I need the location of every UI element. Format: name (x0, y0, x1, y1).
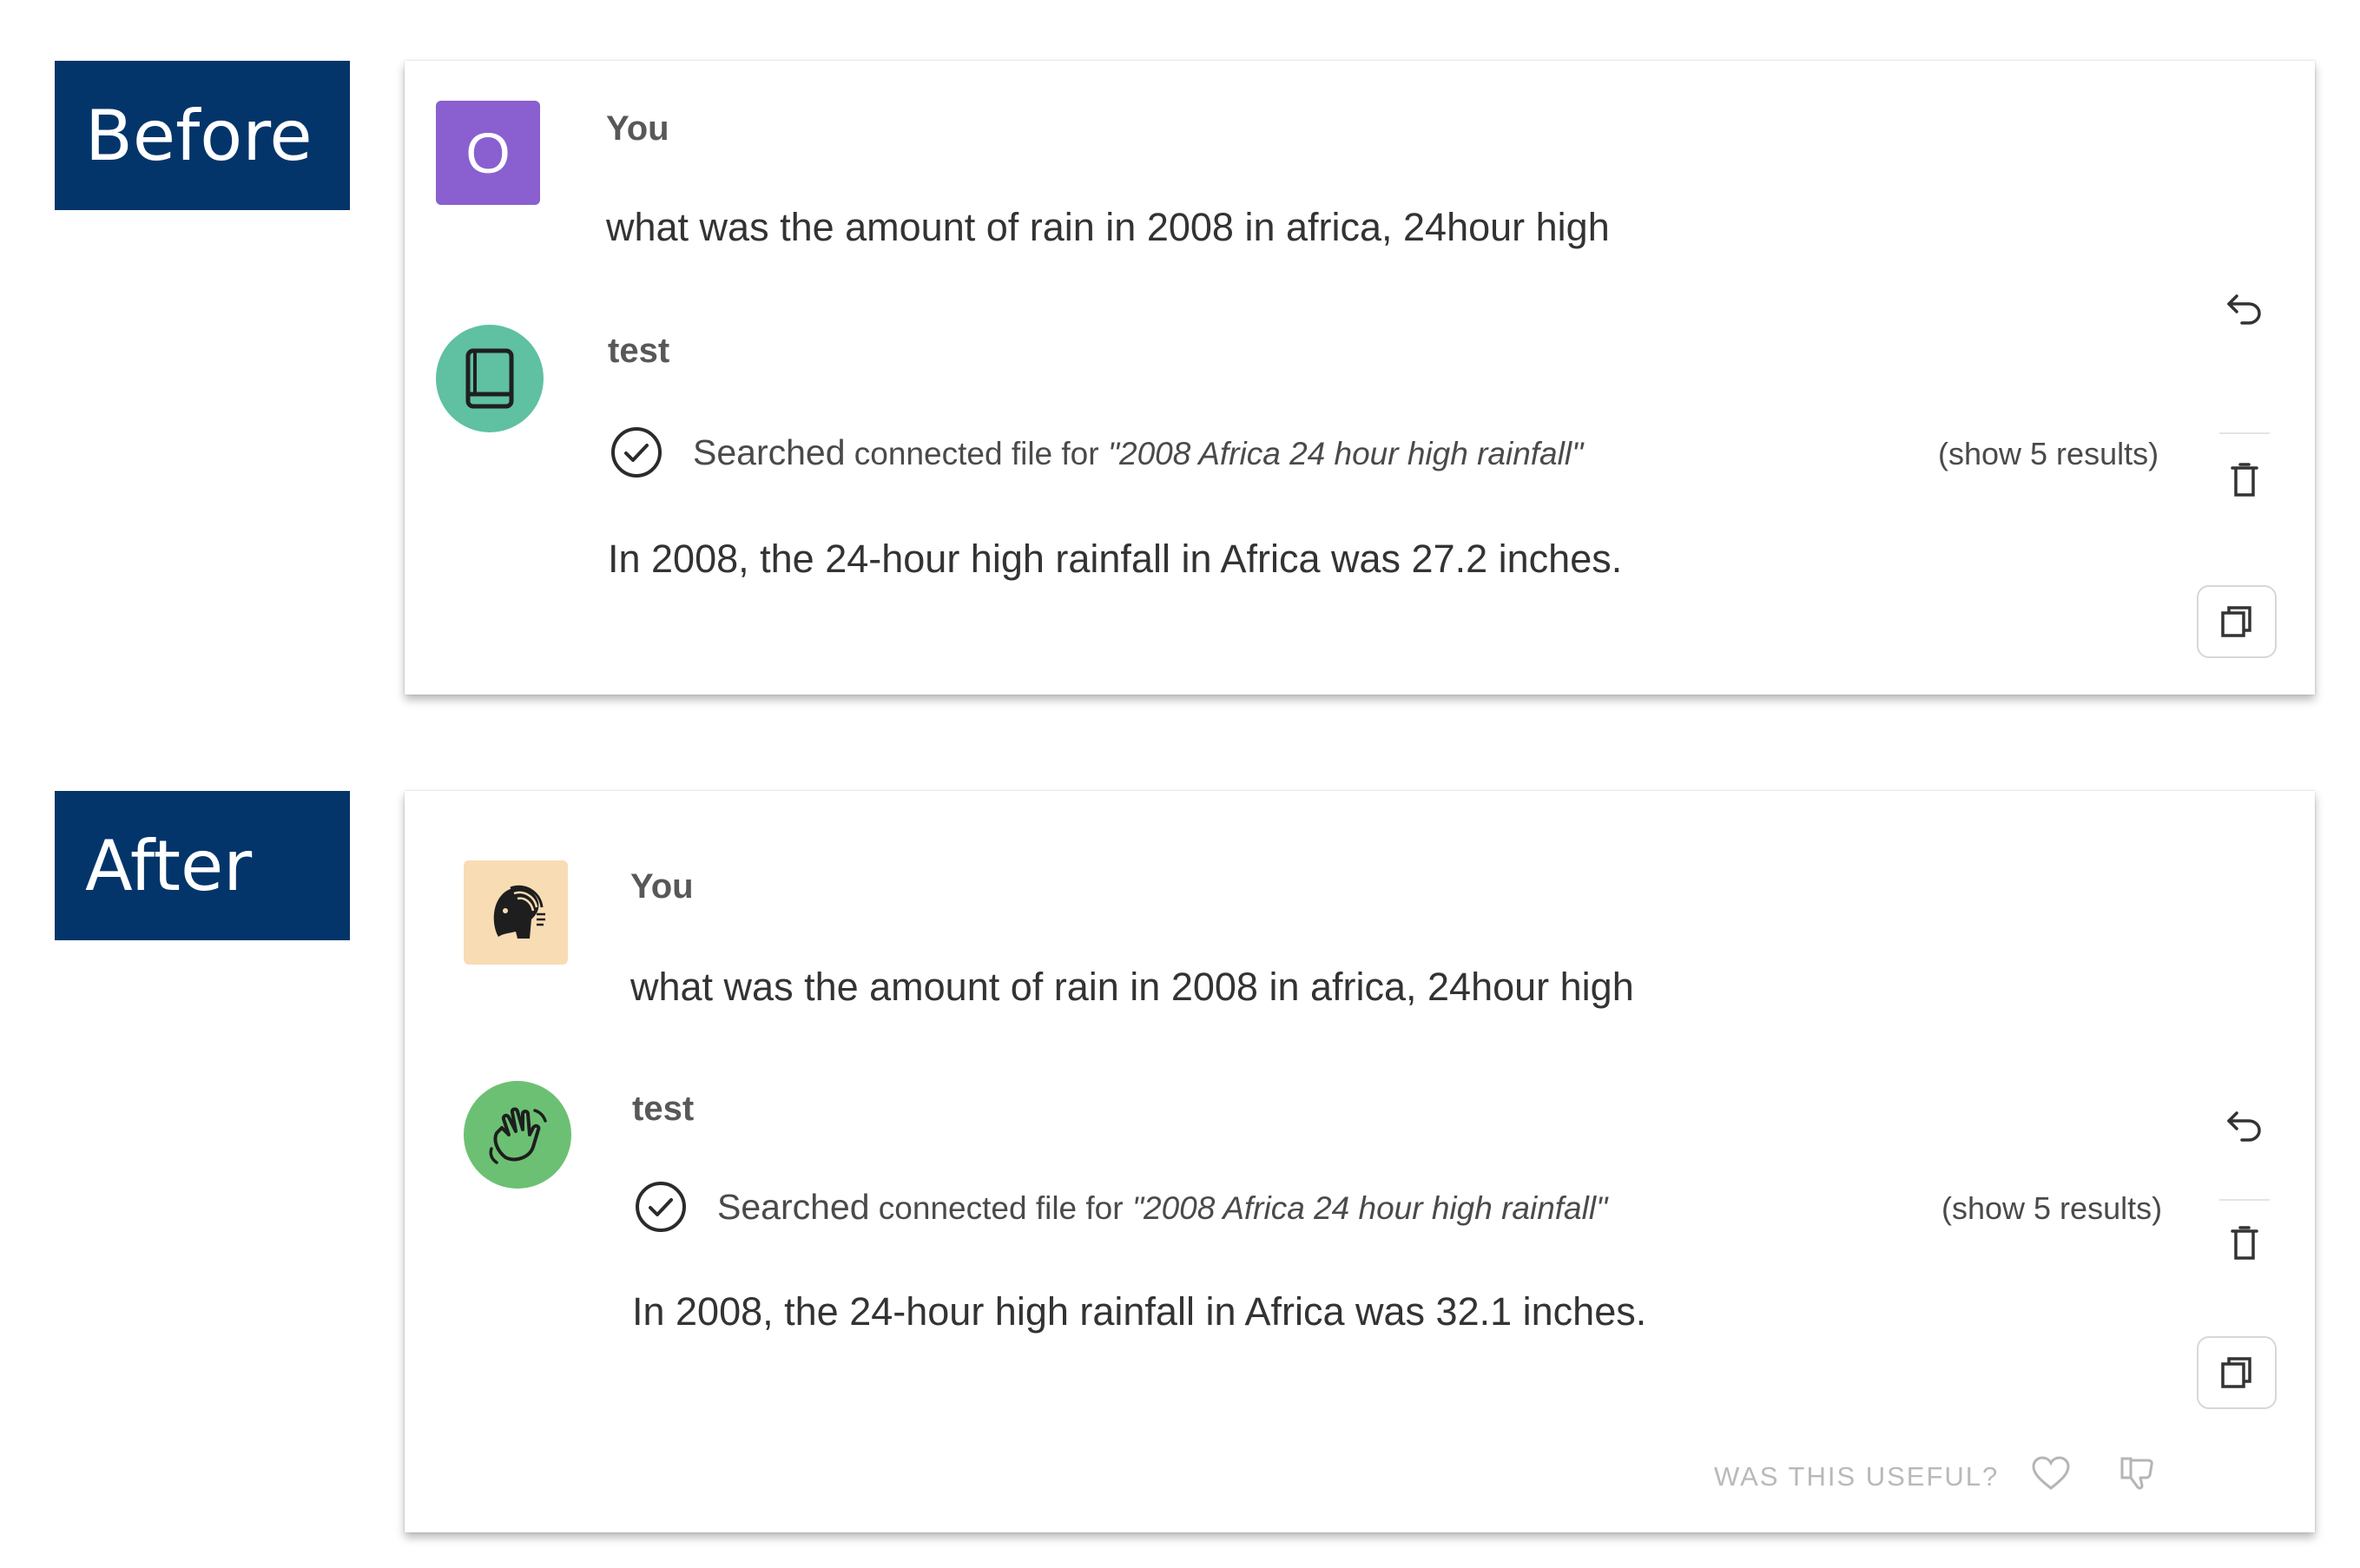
delete-button[interactable] (2216, 1215, 2273, 1272)
bot-name: test (608, 332, 670, 370)
search-prefix: Searched (717, 1186, 870, 1227)
copy-button[interactable] (2197, 1336, 2277, 1409)
profile-head-icon (493, 885, 545, 939)
trash-icon (2231, 1226, 2258, 1260)
delete-button[interactable] (2216, 451, 2273, 509)
check-circle-icon (636, 1182, 686, 1232)
search-query: "2008 Africa 24 hour high rainfall" (1107, 435, 1584, 471)
copy-icon (2221, 1357, 2251, 1388)
undo-arrow-icon (2227, 294, 2261, 325)
bot-response: In 2008, the 24-hour high rainfall in Af… (632, 1289, 1647, 1334)
book-icon (465, 348, 514, 409)
bot-avatar (464, 1081, 571, 1189)
after-label: After (55, 791, 350, 940)
divider (2219, 1199, 2270, 1201)
search-status: Searched connected file for "2008 Africa… (634, 1180, 1607, 1234)
user-initial: O (465, 121, 511, 185)
user-message: what was the amount of rain in 2008 in a… (606, 205, 1610, 249)
copy-button[interactable] (2197, 585, 2277, 658)
user-name: You (606, 109, 669, 148)
regenerate-button[interactable] (2214, 278, 2275, 339)
trash-icon (2231, 463, 2258, 497)
regenerate-button[interactable] (2214, 1095, 2275, 1156)
search-middle: connected file for (845, 435, 1108, 471)
show-results-link[interactable]: (show 5 results) (1938, 436, 2159, 472)
search-query: "2008 Africa 24 hour high rainfall" (1131, 1189, 1608, 1226)
divider (2219, 432, 2270, 434)
user-name: You (630, 867, 694, 906)
waving-hand-icon (489, 1107, 547, 1164)
bot-name: test (632, 1090, 695, 1128)
user-avatar (464, 860, 568, 965)
like-button[interactable] (2025, 1447, 2077, 1499)
feedback-prompt: WAS THIS USEFUL? (1714, 1461, 2000, 1492)
show-results-link[interactable]: (show 5 results) (1941, 1190, 2162, 1227)
search-text: Searched connected file for "2008 Africa… (693, 432, 1583, 473)
before-label: Before (55, 61, 350, 210)
thumbs-down-icon (2120, 1457, 2153, 1490)
search-middle: connected file for (869, 1189, 1132, 1226)
dislike-button[interactable] (2112, 1447, 2164, 1499)
bot-avatar (436, 325, 544, 432)
chat-card-after: You what was the amount of rain in 2008 … (405, 791, 2315, 1532)
chat-card-before: O You what was the amount of rain in 200… (405, 61, 2315, 695)
user-message: what was the amount of rain in 2008 in a… (630, 965, 1634, 1009)
check-circle-icon (611, 427, 662, 478)
bot-response: In 2008, the 24-hour high rainfall in Af… (608, 537, 1623, 581)
copy-icon (2221, 606, 2251, 637)
heart-icon (2032, 1456, 2070, 1490)
user-avatar: O (436, 101, 540, 205)
search-text: Searched connected file for "2008 Africa… (717, 1187, 1607, 1228)
undo-arrow-icon (2227, 1111, 2261, 1142)
search-status: Searched connected file for "2008 Africa… (610, 425, 1583, 479)
search-prefix: Searched (693, 432, 846, 472)
